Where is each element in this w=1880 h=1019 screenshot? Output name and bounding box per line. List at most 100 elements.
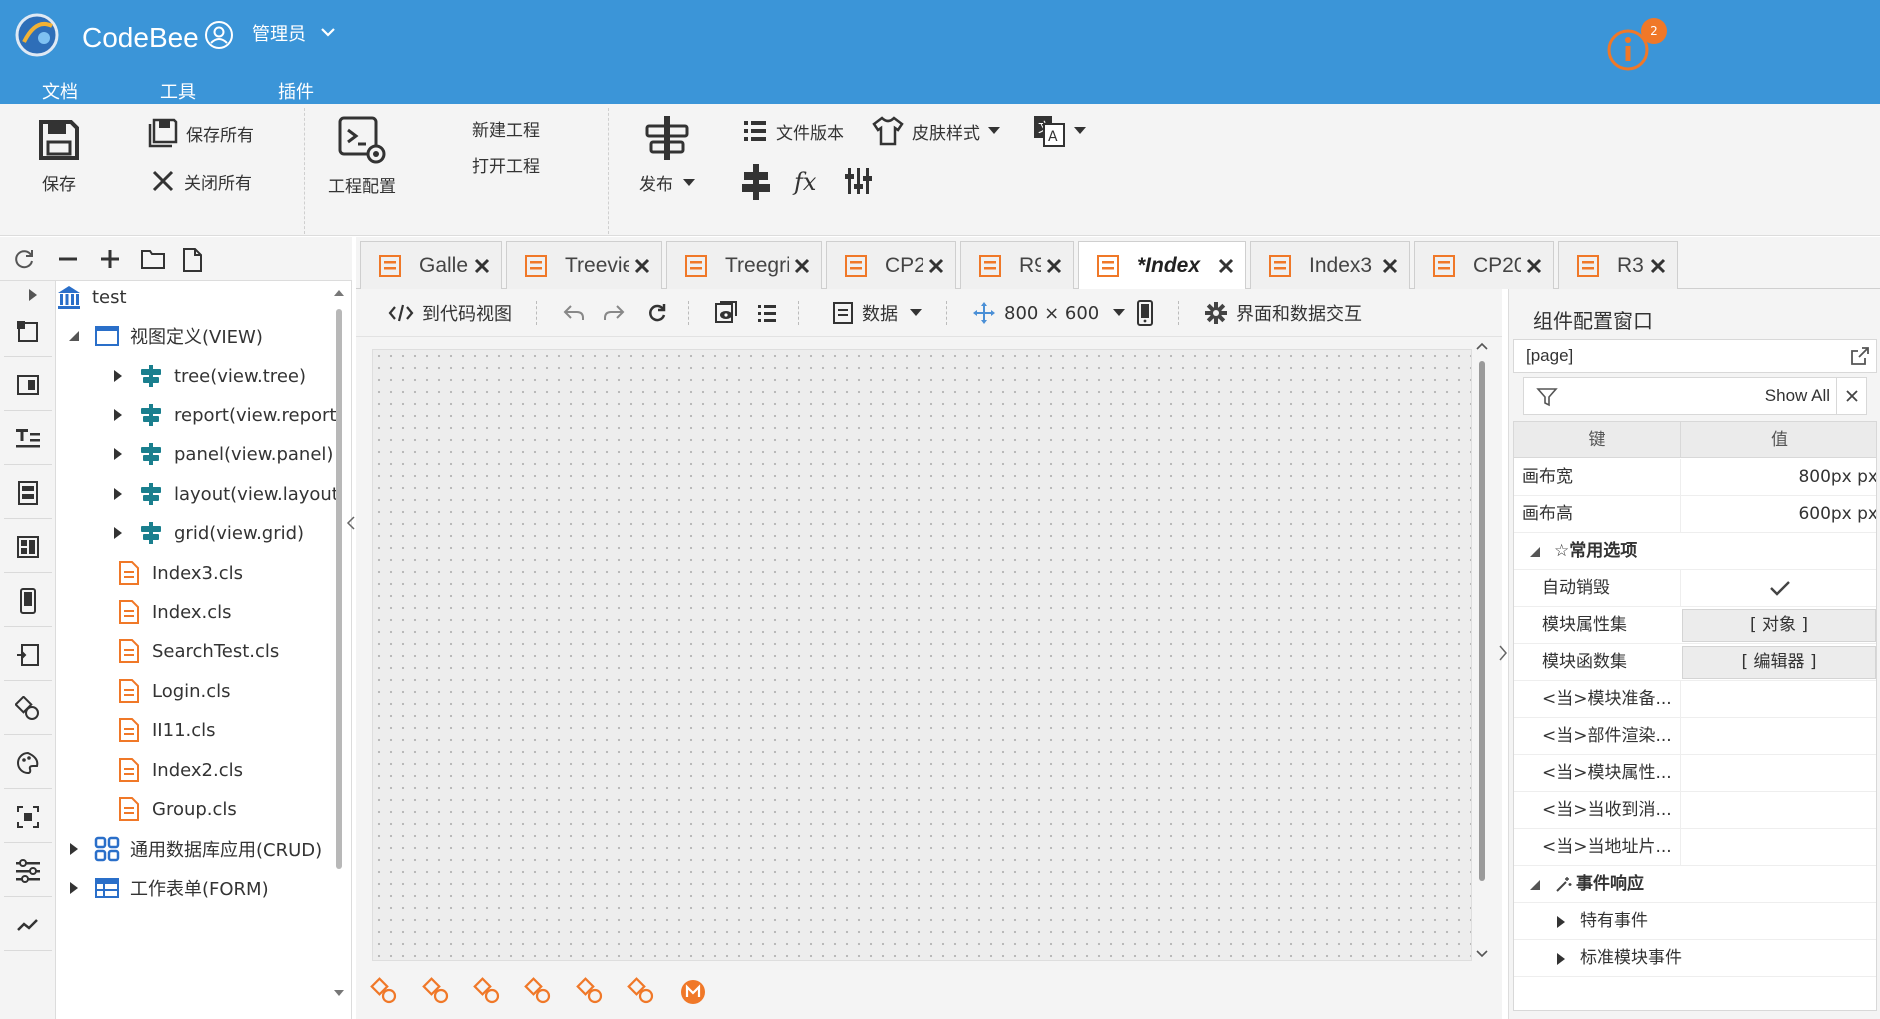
module-m-icon[interactable] — [678, 977, 708, 1007]
canvas-scrollbar[interactable] — [1474, 341, 1490, 961]
tree-item-file[interactable]: Index.cls — [116, 592, 232, 632]
save-button[interactable]: 保存 — [30, 118, 88, 195]
refresh-icon[interactable] — [646, 299, 668, 327]
open-project-button[interactable]: 打开工程 — [472, 152, 540, 177]
close-icon[interactable] — [1521, 253, 1547, 279]
expand-arrow-icon[interactable] — [28, 289, 38, 301]
chart-line-icon[interactable] — [4, 899, 52, 951]
property-value[interactable] — [1680, 681, 1876, 718]
collapse-left-panel-icon[interactable] — [346, 515, 356, 531]
publish-button[interactable]: 发布 — [632, 114, 702, 195]
tree-item-file[interactable]: SearchTest.cls — [116, 631, 279, 671]
tree-item-report-view[interactable]: report(view.report) — [112, 395, 336, 435]
property-row[interactable]: <当>当地址片... — [1514, 829, 1876, 866]
settings-sliders-icon[interactable] — [4, 845, 52, 897]
property-row[interactable]: 画布高 600px px — [1514, 496, 1876, 533]
module-shape-icon[interactable] — [422, 977, 452, 1007]
tree-item-file[interactable]: Index3.cls — [116, 553, 243, 593]
popout-icon[interactable] — [1850, 346, 1870, 366]
shapes-component-icon[interactable] — [4, 683, 52, 735]
property-value[interactable]: 600px px — [1680, 496, 1876, 533]
align-icon[interactable] — [740, 162, 772, 202]
tree-item-panel-view[interactable]: panel(view.panel) — [112, 434, 333, 474]
function-editor-button[interactable]: [ 编辑器 ] — [1682, 646, 1876, 679]
property-row[interactable]: 模块属性集 [ 对象 ] — [1514, 607, 1876, 644]
sliders-icon[interactable] — [844, 164, 874, 198]
chevron-down-icon[interactable] — [320, 24, 336, 40]
project-config-button[interactable]: 工程配置 — [322, 114, 402, 197]
language-button[interactable]: 文A — [1032, 114, 1086, 148]
close-icon[interactable] — [629, 253, 655, 279]
undo-icon[interactable] — [562, 299, 586, 327]
menu-item-plugins[interactable]: 插件 — [278, 78, 314, 104]
tab-cp22[interactable]: CP22. — [826, 241, 956, 289]
property-value[interactable] — [1680, 570, 1876, 607]
layout-component-icon[interactable] — [4, 521, 52, 573]
property-row[interactable]: <当>模块属性... — [1514, 755, 1876, 792]
tab-cp20[interactable]: CP20. — [1414, 241, 1554, 289]
menu-item-tools[interactable]: 工具 — [160, 78, 196, 104]
tab-index-active[interactable]: *Index — [1078, 241, 1246, 289]
close-icon[interactable] — [1377, 253, 1403, 279]
canvas-scrollbar-thumb[interactable] — [1479, 361, 1485, 881]
tab-gallery7[interactable]: Gallery7 — [360, 241, 502, 289]
save-all-button[interactable]: 保存所有 — [148, 118, 254, 148]
mobile-component-icon[interactable] — [4, 575, 52, 627]
property-group[interactable]: ☆常用选项 — [1514, 533, 1876, 570]
user-icon[interactable] — [204, 20, 234, 50]
property-filter[interactable]: Show All — [1523, 377, 1867, 415]
close-icon[interactable] — [469, 253, 495, 279]
new-project-button[interactable]: 新建工程 — [472, 116, 540, 141]
file-version-button[interactable]: 文件版本 — [742, 118, 844, 144]
property-group[interactable]: 事件响应 — [1514, 866, 1876, 903]
palette-icon[interactable] — [4, 737, 52, 789]
data-dropdown[interactable]: 数据 — [832, 299, 922, 327]
scroll-down-icon[interactable] — [1474, 949, 1490, 959]
module-shape-icon[interactable] — [473, 977, 503, 1007]
property-row[interactable]: 自动销毁 — [1514, 570, 1876, 607]
close-icon[interactable] — [923, 253, 949, 279]
module-shape-icon[interactable] — [524, 977, 554, 1007]
module-shape-icon[interactable] — [576, 977, 606, 1007]
close-icon[interactable] — [789, 253, 815, 279]
tree-scrollbar[interactable] — [334, 289, 344, 999]
new-file-icon[interactable] — [180, 247, 204, 272]
redo-icon[interactable] — [602, 299, 626, 327]
tree-item-form[interactable]: 工作表单(FORM) — [68, 868, 269, 908]
focus-icon[interactable] — [4, 791, 52, 843]
object-editor-button[interactable]: [ 对象 ] — [1682, 609, 1876, 642]
ui-data-interaction-button[interactable]: 界面和数据交互 — [1204, 299, 1362, 327]
close-icon[interactable] — [1645, 253, 1671, 279]
tree-item-layout-view[interactable]: layout(view.layout) — [112, 474, 336, 514]
tab-treeview9[interactable]: Treeview9 — [506, 241, 662, 289]
property-row[interactable]: <当>当收到消... — [1514, 792, 1876, 829]
tree-item-crud[interactable]: 通用数据库应用(CRUD) — [68, 829, 322, 869]
close-icon[interactable] — [1213, 253, 1239, 279]
tree-item-file[interactable]: Login.cls — [116, 671, 231, 711]
tree-root[interactable]: test — [56, 281, 127, 317]
property-row[interactable]: 模块函数集 [ 编辑器 ] — [1514, 644, 1876, 681]
module-shape-icon[interactable] — [370, 977, 400, 1007]
menu-item-docs[interactable]: 文档 — [42, 78, 78, 104]
list-view-icon[interactable] — [756, 299, 778, 327]
tree-item-view-definitions[interactable]: 视图定义(VIEW) — [68, 316, 263, 356]
canvas-size-dropdown[interactable]: 800 × 600 — [972, 299, 1126, 327]
form-component-icon[interactable] — [4, 467, 52, 519]
page-component-icon[interactable] — [4, 305, 52, 357]
tree-item-file[interactable]: Group.cls — [116, 789, 237, 829]
tree-item-file[interactable]: II11.cls — [116, 710, 216, 750]
property-value[interactable] — [1680, 829, 1876, 866]
code-view-button[interactable]: 到代码视图 — [388, 299, 512, 327]
scroll-down-icon[interactable] — [334, 989, 344, 997]
scroll-up-icon[interactable] — [334, 289, 344, 297]
tab-r3[interactable]: R3.c — [1558, 241, 1678, 289]
design-canvas[interactable] — [372, 349, 1472, 961]
expand-right-panel-icon[interactable] — [1498, 644, 1508, 662]
function-icon[interactable]: fx — [792, 164, 824, 198]
tree-item-tree-view[interactable]: tree(view.tree) — [112, 356, 306, 396]
scroll-up-icon[interactable] — [1474, 341, 1490, 351]
close-icon[interactable] — [1041, 253, 1067, 279]
refresh-icon[interactable] — [12, 247, 36, 271]
mobile-preview-icon[interactable] — [1136, 299, 1154, 327]
property-subgroup[interactable]: 标准模块事件 — [1514, 940, 1876, 977]
